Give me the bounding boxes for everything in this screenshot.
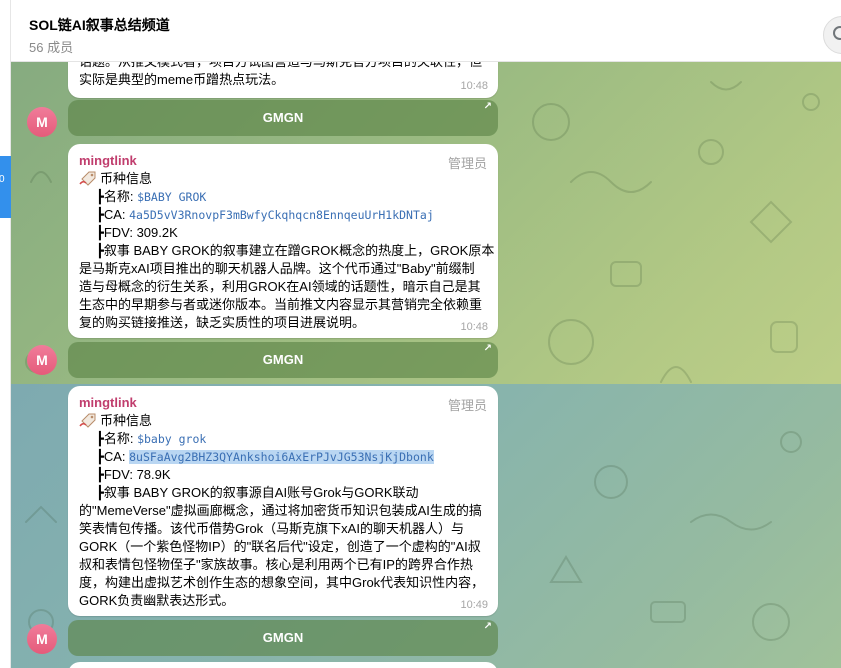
coin-fdv: ┣FDV: 309.2K (96, 225, 178, 240)
narrative-text: GORK（一个紫色怪物IP）的"联名后代"设定，创造了一个虚构的"AI叔 (79, 539, 481, 554)
coin-name-label: ┣名称: (96, 189, 138, 204)
narrative-text: 笑表情包传播。该代币借势Grok（马斯克旗下xAI的聊天机器人）与 (79, 521, 464, 536)
gmgn-button-label: GMGN (262, 352, 304, 367)
selected-chat-item[interactable] (0, 156, 11, 218)
gmgn-button-label: GMGN (262, 110, 304, 125)
narrative-text: 度，构建出虚拟艺术创作生态的想象空间，其中Grok代表知识性内容， (79, 575, 485, 590)
narrative-text: 造与母概念的衍生关系，利用GROK在AI领域的话题性，暗示自己是其 (79, 279, 481, 294)
chat-title[interactable]: SOL链AI叙事总结频道 (29, 15, 170, 35)
coin-ca-row: ┣CA: 4a5D5vV3RnovpF3mBwfyCkqhqcn8EnnqeuU… (96, 206, 434, 224)
admin-badge: 管理员 (447, 398, 487, 413)
chat-header[interactable]: SOL链AI叙事总结频道 56 成员 (11, 0, 841, 62)
coin-ca-value[interactable]: 4a5D5vV3RnovpF3mBwfyCkqhqcn8EnnqeuUrH1kD… (129, 208, 434, 222)
narrative-text: ┣叙事 BABY GROK的叙事建立在蹭GROK概念的热度上，GROK原本 (96, 243, 495, 258)
narrative-text: 叔和表情包怪物侄子"家族故事。核心是利用两个已有IP的跨界合作热 (79, 557, 473, 572)
coin-ca-label: ┣CA: (96, 207, 130, 222)
selected-chat-fragment: 0 (0, 174, 5, 185)
external-link-icon: ↗ (483, 101, 492, 112)
chat-list-sidebar: 0 (0, 0, 11, 668)
avatar[interactable]: M (27, 345, 57, 375)
admin-badge: 管理员 (447, 156, 487, 171)
narrative-text: 是马斯克xAI项目推出的聊天机器人品牌。这个代币通过"Baby"前缀制 (79, 261, 475, 276)
coin-info-title: 币种信息 (100, 413, 153, 428)
message-area[interactable]: 话题。从推文模式看，项目方试图营造与马斯克官方项目的关联性，但 实际是典型的me… (11, 62, 841, 668)
gmgn-button[interactable]: GMGN ↗ (68, 342, 498, 378)
narrative-text: ┣叙事 BABY GROK的叙事源自AI账号Grok与GORK联动 (96, 485, 419, 500)
gmgn-button-label: GMGN (262, 630, 304, 645)
narrative-text: 复的购买链接推送，缺乏实质性的项目进展说明。 (79, 315, 366, 330)
narrative-text: 生态中的早期参与者或迷你版本。当前推文内容显示其营销完全依赖重 (79, 297, 483, 312)
coin-fdv: ┣FDV: 78.9K (96, 467, 171, 482)
message-text: 话题。从推文模式看，项目方试图营造与马斯克官方项目的关联性，但 (79, 62, 482, 71)
coin-ca-row: ┣CA: 8uSFaAvg2BHZ3QYAnkshoi6AxErPJvJG53N… (96, 448, 434, 466)
external-link-icon: ↗ (483, 621, 492, 632)
narrative-text: GORK负责幽默表达形式。 (79, 593, 235, 608)
coin-name-value[interactable]: $BABY GROK (137, 190, 206, 204)
message-bubble[interactable]: mingtlink 管理员 币种信息 ┣名称: $BABY GROK ┣CA: … (68, 144, 498, 338)
message-bubble[interactable]: mingtlink 管理员 币种信息 ┣名称: $baby grok ┣CA: … (68, 386, 498, 616)
message-text: 实际是典型的meme币蹭热点玩法。 (79, 72, 285, 87)
coin-name-row: ┣名称: $BABY GROK (96, 188, 206, 206)
coin-name-row: ┣名称: $baby grok (96, 430, 206, 448)
coin-name-value[interactable]: $baby grok (137, 432, 206, 446)
coin-info-title: 币种信息 (100, 171, 153, 186)
gmgn-button[interactable]: GMGN ↗ (68, 100, 498, 136)
coin-info-header: 币种信息 (79, 412, 152, 430)
sender-name[interactable]: mingtlink (79, 153, 137, 168)
search-button[interactable] (823, 16, 841, 54)
search-icon (833, 26, 841, 40)
coin-ca-label: ┣CA: (96, 449, 130, 464)
gmgn-button[interactable]: GMGN ↗ (68, 620, 498, 656)
coin-tag-icon (79, 171, 96, 186)
coin-ca-value[interactable]: 8uSFaAvg2BHZ3QYAnkshoi6AxErPJvJG53NsjKjD… (129, 450, 434, 464)
avatar[interactable]: M (27, 107, 57, 137)
message-bubble[interactable] (68, 662, 498, 668)
coin-name-label: ┣名称: (96, 431, 138, 446)
avatar[interactable]: M (27, 624, 57, 654)
telegram-window: 0 SOL链AI叙事总结频道 56 成员 实际是典型的meme币蹭热点玩法。 1… (0, 0, 841, 668)
external-link-icon: ↗ (483, 343, 492, 354)
coin-tag-icon (79, 413, 96, 428)
coin-info-header: 币种信息 (79, 170, 152, 188)
sender-name[interactable]: mingtlink (79, 395, 137, 410)
message-bubble[interactable]: 话题。从推文模式看，项目方试图营造与马斯克官方项目的关联性，但 实际是典型的me… (68, 62, 498, 98)
narrative-text: 的"MemeVerse"虚拟画廊概念，通过将加密货币知识包装成AI生成的搞 (79, 503, 482, 518)
member-count: 56 成员 (29, 40, 74, 55)
